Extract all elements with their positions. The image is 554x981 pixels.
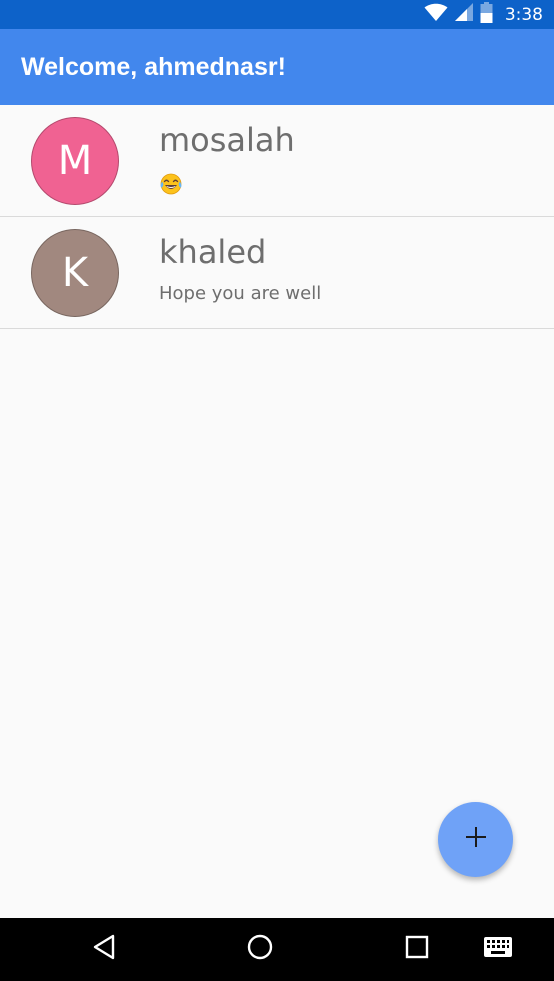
keyboard-button[interactable] xyxy=(470,918,526,981)
chat-list-screen: 3:38 Welcome, ahmednasr! M mosalah K kha… xyxy=(0,0,554,981)
plus-icon xyxy=(465,826,487,853)
chat-name: mosalah xyxy=(159,121,295,159)
back-icon xyxy=(92,934,116,965)
avatar-initial: M xyxy=(57,138,93,184)
avatar: M xyxy=(31,117,119,205)
avatar-initial: K xyxy=(61,250,89,296)
new-chat-fab[interactable] xyxy=(438,802,513,877)
app-bar: Welcome, ahmednasr! xyxy=(0,29,554,105)
tears-of-joy-emoji-icon xyxy=(159,172,183,196)
chat-name: khaled xyxy=(159,233,267,271)
chat-last-message: Hope you are well xyxy=(159,283,322,304)
recents-icon xyxy=(405,935,429,964)
home-icon xyxy=(246,933,274,966)
cell-signal-icon xyxy=(454,2,474,27)
navigation-bar xyxy=(0,918,554,981)
status-bar: 3:38 xyxy=(0,0,554,29)
back-button[interactable] xyxy=(74,918,134,981)
chat-list: M mosalah K khaled Hope you are well xyxy=(0,105,554,329)
keyboard-icon xyxy=(484,937,512,962)
home-button[interactable] xyxy=(230,918,290,981)
avatar: K xyxy=(31,229,119,317)
status-icons: 3:38 xyxy=(424,0,543,29)
chat-row-khaled[interactable]: K khaled Hope you are well xyxy=(0,217,554,329)
app-title: Welcome, ahmednasr! xyxy=(21,53,286,81)
recents-button[interactable] xyxy=(387,918,447,981)
battery-icon xyxy=(480,1,493,28)
status-time: 3:38 xyxy=(504,4,543,25)
wifi-icon xyxy=(424,2,448,27)
chat-row-mosalah[interactable]: M mosalah xyxy=(0,105,554,217)
